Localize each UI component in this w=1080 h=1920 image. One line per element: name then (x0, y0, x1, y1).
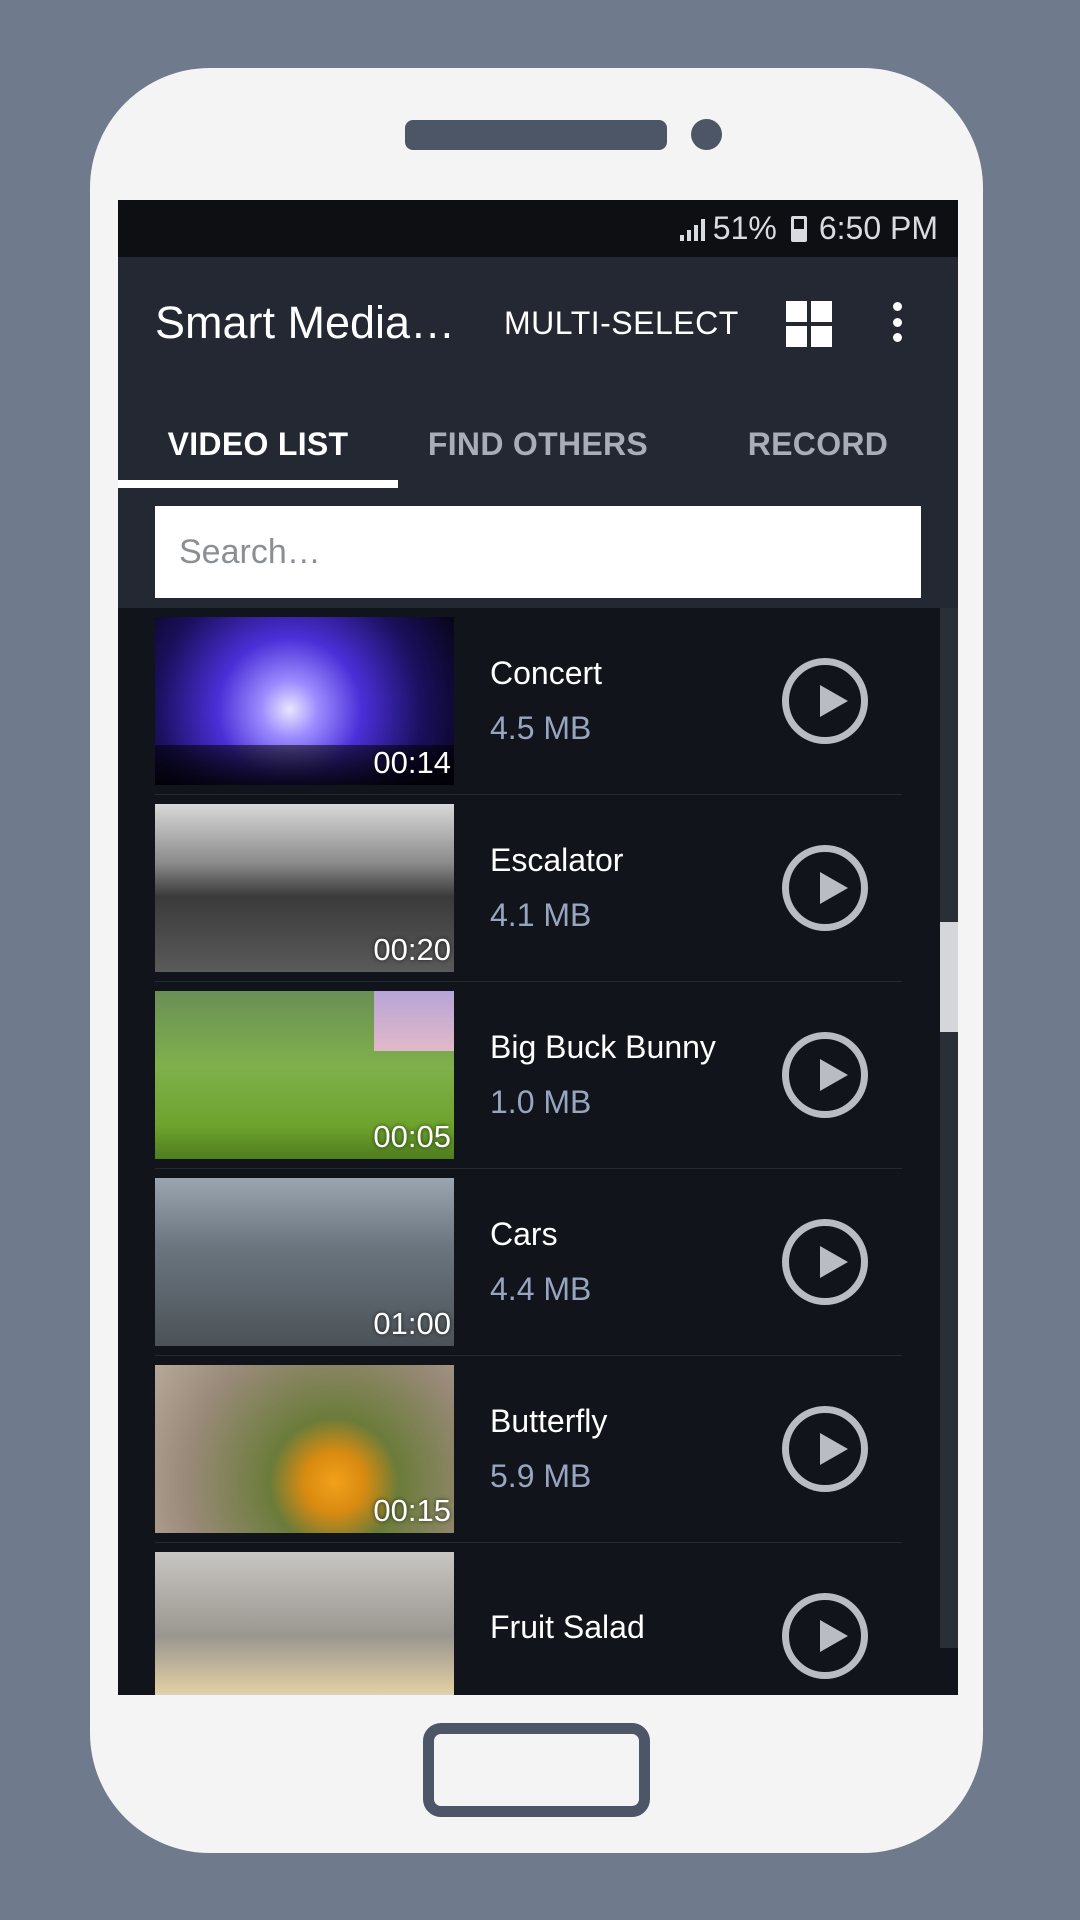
video-item-big-buck-bunny[interactable]: 00:05 Big Buck Bunny 1.0 MB (155, 982, 902, 1169)
video-duration: 00:15 (373, 1493, 451, 1528)
video-list: 00:14 Concert 4.5 MB 00:20 Escalator 4.1… (118, 608, 958, 1695)
multi-select-button[interactable]: MULTI-SELECT (504, 305, 739, 342)
scrollbar-thumb[interactable] (940, 922, 958, 1032)
play-icon[interactable] (782, 1406, 868, 1492)
play-icon[interactable] (782, 1032, 868, 1118)
video-duration: 01:00 (373, 1306, 451, 1341)
video-item-escalator[interactable]: 00:20 Escalator 4.1 MB (155, 795, 902, 982)
screen: 51% 6:50 PM Smart Media… MULTI-SELECT VI… (118, 200, 958, 1695)
status-time: 6:50 PM (818, 210, 938, 246)
home-button[interactable] (423, 1723, 650, 1817)
video-item-butterfly[interactable]: 00:15 Butterfly 5.9 MB (155, 1356, 902, 1543)
tab-video-list[interactable]: VIDEO LIST (118, 389, 398, 500)
battery-icon (790, 215, 807, 242)
status-bar: 51% 6:50 PM (118, 200, 958, 257)
video-thumbnail[interactable]: 00:15 (155, 1365, 454, 1533)
video-thumbnail[interactable]: 01:00 (155, 1178, 454, 1346)
video-thumbnail[interactable]: 00:20 (155, 804, 454, 972)
video-duration: 00:05 (373, 1119, 451, 1154)
video-item-concert[interactable]: 00:14 Concert 4.5 MB (155, 608, 902, 795)
search-input[interactable] (155, 506, 921, 598)
tab-find-others[interactable]: FIND OTHERS (398, 389, 678, 500)
phone-frame: 51% 6:50 PM Smart Media… MULTI-SELECT VI… (90, 68, 983, 1853)
battery-percent: 51% (712, 210, 777, 246)
video-item-fruit-salad[interactable]: Fruit Salad (155, 1543, 902, 1695)
tab-bar: VIDEO LIST FIND OTHERS RECORD (118, 389, 958, 500)
app-toolbar: Smart Media… MULTI-SELECT (118, 257, 958, 389)
play-icon[interactable] (782, 1219, 868, 1305)
video-thumbnail[interactable]: 00:14 (155, 617, 454, 785)
video-duration: 00:14 (373, 745, 451, 780)
video-thumbnail[interactable]: 00:05 (155, 991, 454, 1159)
video-item-cars[interactable]: 01:00 Cars 4.4 MB (155, 1169, 902, 1356)
search-bar (118, 500, 958, 608)
app-title: Smart Media… (155, 297, 456, 348)
play-icon[interactable] (782, 1593, 868, 1679)
scrollbar-track[interactable] (940, 608, 958, 1648)
grid-view-icon[interactable] (786, 301, 832, 347)
tab-record[interactable]: RECORD (678, 389, 958, 500)
signal-icon (679, 217, 705, 241)
play-icon[interactable] (782, 658, 868, 744)
more-options-icon[interactable] (892, 302, 902, 342)
phone-speaker (405, 120, 667, 150)
play-icon[interactable] (782, 845, 868, 931)
video-duration: 00:20 (373, 932, 451, 967)
video-thumbnail[interactable] (155, 1552, 454, 1695)
phone-camera (691, 119, 722, 150)
